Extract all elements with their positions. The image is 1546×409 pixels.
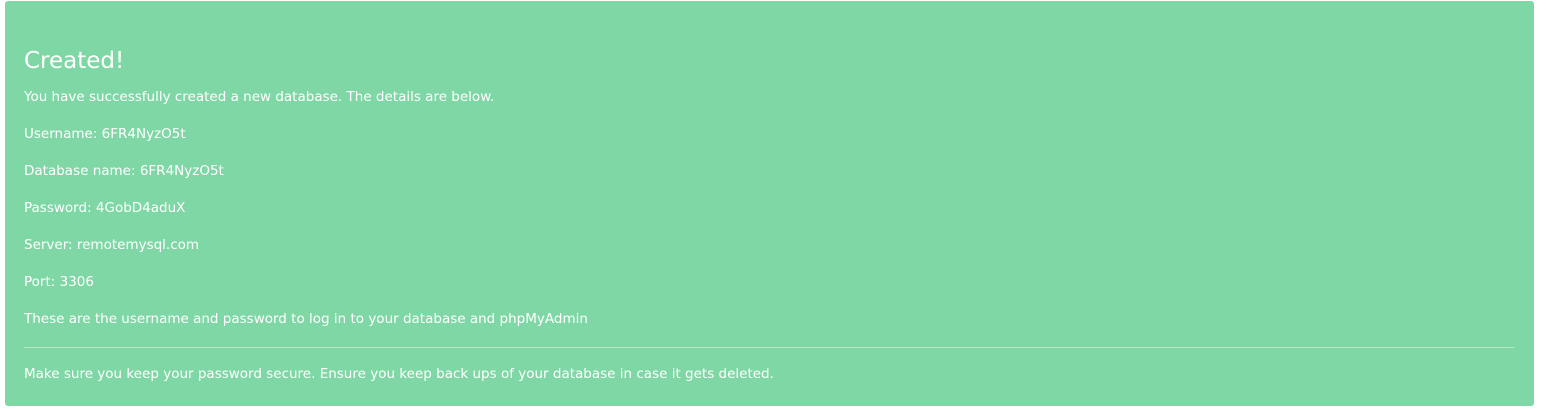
alert-divider (24, 347, 1514, 348)
success-alert: Created! You have successfully created a… (5, 1, 1534, 406)
alert-intro: You have successfully created a new data… (24, 89, 495, 105)
server-detail: Server: remotemysql.com (24, 237, 200, 253)
username-detail: Username: 6FR4NyzO5t (24, 126, 186, 142)
password-detail: Password: 4GobD4aduX (24, 200, 186, 216)
database-name-detail: Database name: 6FR4NyzO5t (24, 163, 224, 179)
login-note: These are the username and password to l… (24, 311, 588, 327)
alert-title: Created! (24, 48, 125, 74)
security-footer: Make sure you keep your password secure.… (24, 366, 774, 382)
port-detail: Port: 3306 (24, 274, 94, 290)
